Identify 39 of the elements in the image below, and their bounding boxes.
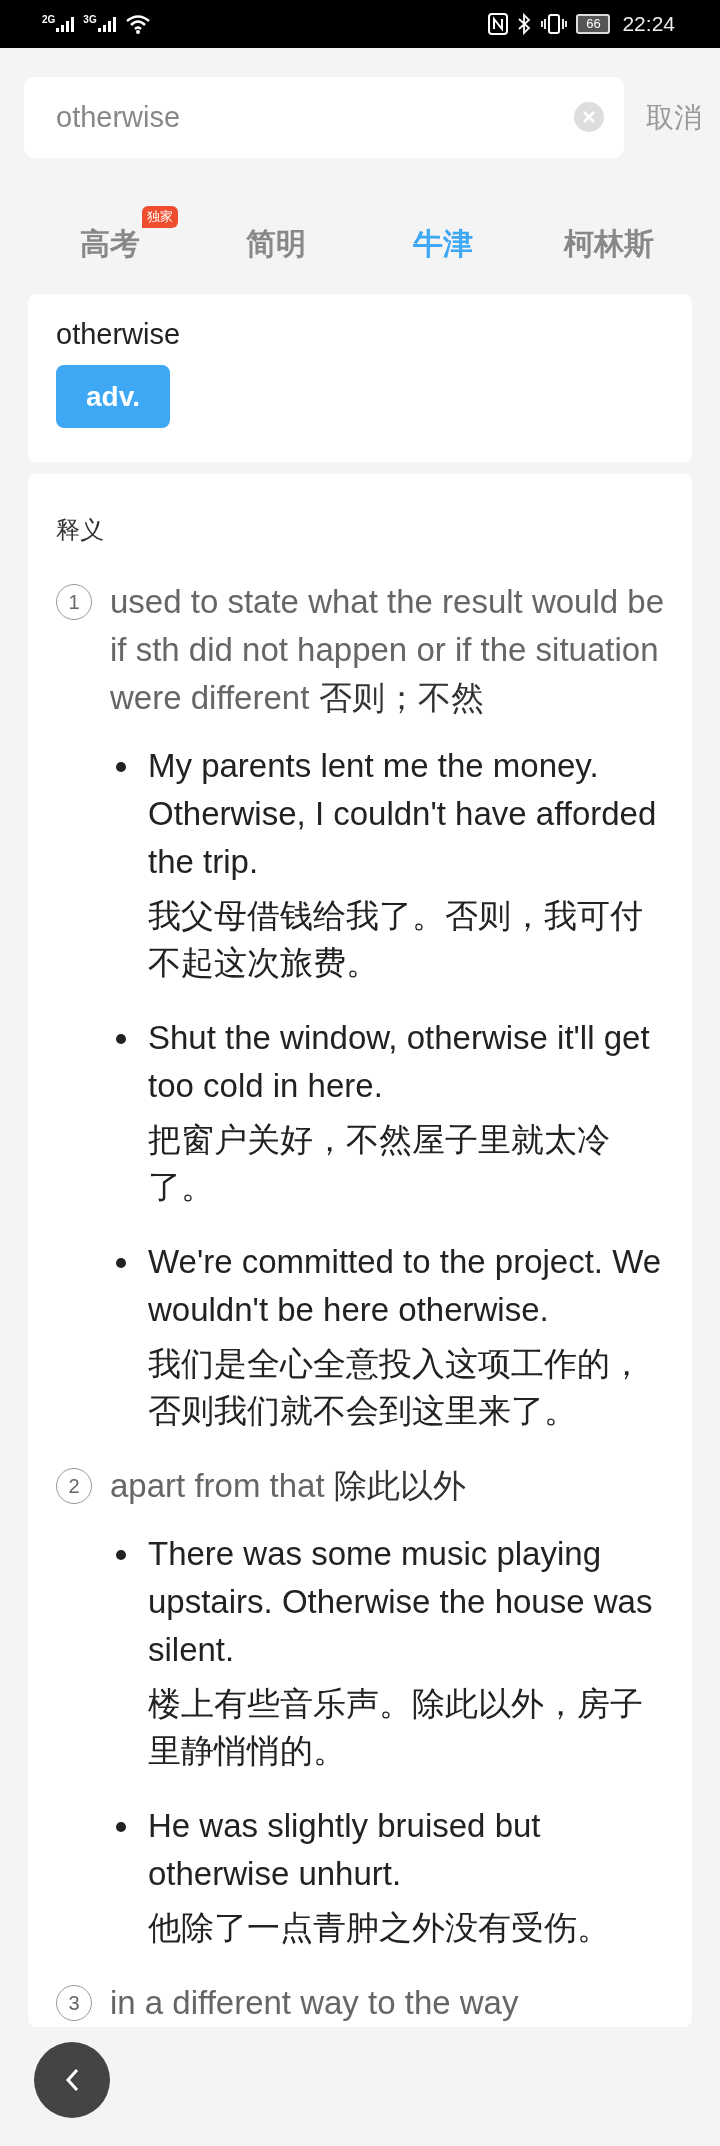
section-title: 释义 (56, 515, 105, 545)
bullet-icon (116, 762, 126, 772)
cancel-button[interactable]: 取消 (646, 98, 702, 137)
example-sentence: We're committed to the project. We wouldn't be here otherwise. (148, 1242, 663, 1330)
chevron-left-icon (65, 2068, 79, 2092)
signal-icon (55, 15, 76, 33)
signal-icon (96, 15, 117, 33)
nfc-icon (488, 13, 509, 35)
example-sentence: He was slightly bruised but otherwise unhurt. (148, 1806, 542, 1894)
bullet-icon (116, 1550, 126, 1560)
bullet-icon (116, 1034, 126, 1044)
definition: used to state what the result would be if sth did not happen or if the situation were different 否则；不然 (110, 582, 664, 718)
bullet-icon (116, 1258, 126, 1268)
example-sentence: My parents lent me the money. Otherwise, I couldn't have afforded the trip. (148, 746, 658, 882)
example-translation: 把窗户关好，不然屋子里就太冷了。 (148, 1120, 611, 1207)
example-sentence: Shut the window, otherwise it'll get too cold in here. (148, 1018, 651, 1106)
battery-level: 66 (586, 17, 601, 31)
dictionary-tab[interactable]: 高考 (80, 224, 141, 265)
example-translation: 我们是全心全意投入这项工作的，否则我们就不会到这里来了。 (148, 1344, 644, 1431)
example-translation: 他除了一点青肿之外没有受伤。 (148, 1908, 611, 1948)
example-translation: 楼上有些音乐声。除此以外，房子里静悄悄的。 (148, 1684, 644, 1771)
headword: otherwise (56, 318, 182, 351)
dictionary-tab[interactable]: 简明 (246, 224, 307, 265)
bullet-icon (116, 1822, 126, 1832)
network-type: 2G (42, 15, 56, 25)
search-field[interactable]: otherwise (24, 77, 624, 158)
definition: apart from that 除此以外 (110, 1466, 466, 1506)
example-sentence: There was some music playing upstairs. Otherwise the house was silent. (148, 1534, 654, 1670)
clock: 22:24 (622, 12, 675, 36)
example-translation: 我父母借钱给我了。否则，我可付不起这次旅费。 (148, 896, 644, 983)
bluetooth-icon (516, 13, 533, 35)
dictionary-tab[interactable]: 牛津 (412, 224, 473, 265)
definition: in a different way to the way (110, 1983, 519, 2023)
vibrate-icon (540, 13, 569, 35)
dictionary-tab[interactable]: 柯林斯 (563, 224, 654, 265)
part-of-speech-tag: adv. (56, 365, 170, 428)
wifi-icon (124, 14, 151, 34)
exclusive-badge: 独家 (142, 206, 178, 228)
network-type: 3G (83, 15, 97, 25)
